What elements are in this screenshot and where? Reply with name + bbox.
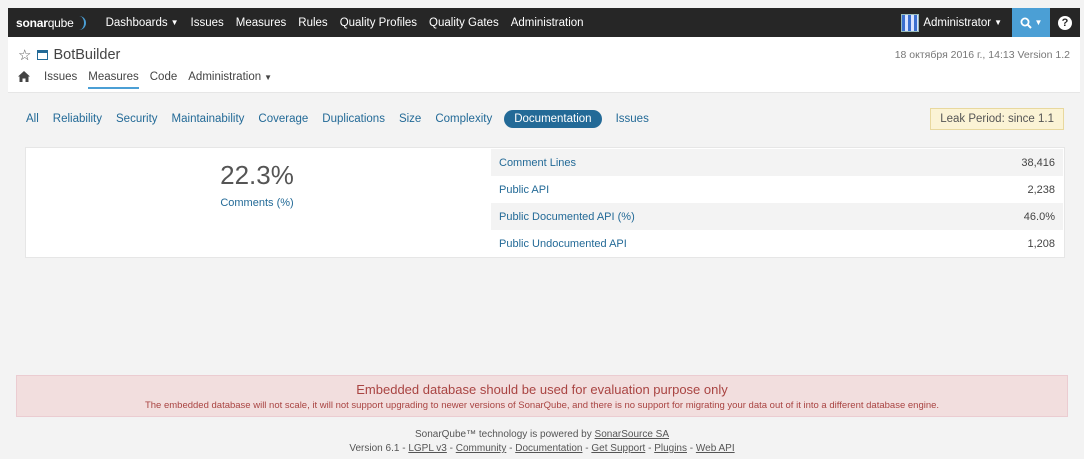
help-button[interactable]: ? (1050, 8, 1080, 37)
footer-link-sonarsource[interactable]: SonarSource SA (595, 429, 670, 440)
footer-separator: - (645, 443, 655, 454)
measures-table: Comment Lines 38,416 Public API 2,238 Pu… (491, 149, 1063, 257)
footer-separator: - (399, 443, 409, 454)
tab-documentation[interactable]: Documentation (504, 110, 602, 128)
table-row: Comment Lines 38,416 (491, 149, 1063, 176)
tab-reliability[interactable]: Reliability (53, 110, 102, 128)
warning-title: Embedded database should be used for eva… (356, 382, 728, 397)
footer-link-get-support[interactable]: Get Support (591, 443, 645, 454)
nav-administration[interactable]: Administration (505, 8, 590, 37)
nav-rules[interactable]: Rules (292, 8, 333, 37)
footer-version: Version 6.1 (349, 443, 400, 454)
page-footer: SonarQube™ technology is powered by Sona… (0, 428, 1084, 456)
measures-panel: 22.3% Comments (%) Comment Lines 38,416 … (25, 147, 1065, 258)
project-icon (37, 50, 49, 60)
caret-down-icon: ▼ (994, 18, 1002, 27)
measure-value: 1,208 (1027, 237, 1055, 250)
table-row: Public Undocumented API 1,208 (491, 230, 1063, 257)
footer-links: Version 6.1 - LGPL v3 - Community - Docu… (0, 442, 1084, 456)
measure-label-comment-lines[interactable]: Comment Lines (499, 157, 576, 169)
caret-down-icon: ▼ (264, 73, 273, 82)
footer-link-plugins[interactable]: Plugins (654, 443, 687, 454)
project-nav-administration-label: Administration (188, 71, 262, 83)
project-nav: Issues Measures Code Administration ▼ (18, 71, 283, 89)
tab-size[interactable]: Size (399, 110, 421, 128)
measure-value: 38,416 (1021, 156, 1055, 169)
user-name: Administrator (923, 16, 992, 29)
measure-value: 46.0% (1023, 210, 1055, 223)
tab-issues[interactable]: Issues (616, 110, 649, 128)
project-nav-code[interactable]: Code (150, 71, 178, 87)
embedded-db-warning: Embedded database should be used for eva… (16, 375, 1068, 417)
footer-powered-text: SonarQube™ technology is powered by (414, 429, 595, 440)
sonarqube-logo[interactable]: sonar qube (8, 15, 100, 30)
project-nav-administration[interactable]: Administration ▼ (188, 71, 272, 87)
footer-separator: - (687, 443, 696, 454)
user-menu[interactable]: Administrator ▼ (901, 13, 1012, 32)
footer-separator: - (446, 443, 456, 454)
project-nav-issues[interactable]: Issues (44, 71, 77, 87)
tab-security[interactable]: Security (116, 110, 158, 128)
logo-text-bold: sonar (16, 15, 48, 30)
project-meta: 18 октября 2016 г., 14:13 Version 1.2 (894, 49, 1070, 61)
favorite-star-icon[interactable]: ☆ (18, 46, 31, 64)
footer-link-web-api[interactable]: Web API (696, 443, 735, 454)
measure-label-public-api[interactable]: Public API (499, 184, 549, 196)
navbar-right: Administrator ▼ ▼ ? (901, 8, 1080, 37)
footer-powered: SonarQube™ technology is powered by Sona… (0, 428, 1084, 442)
footer-link-documentation[interactable]: Documentation (515, 443, 582, 454)
measure-value: 2,238 (1027, 183, 1055, 196)
project-name: BotBuilder (53, 47, 121, 63)
caret-down-icon: ▼ (170, 18, 179, 27)
logo-text-light: qube (47, 15, 74, 30)
footer-link-license[interactable]: LGPL v3 (408, 443, 447, 454)
nav-measures[interactable]: Measures (230, 8, 293, 37)
caret-down-icon: ▼ (1034, 18, 1043, 27)
domain-tabs: All Reliability Security Maintainability… (26, 108, 1064, 130)
search-icon (1020, 17, 1032, 29)
leak-period-badge: Leak Period: since 1.1 (930, 108, 1064, 130)
top-navbar: sonar qube Dashboards ▼ Issues Measures Ru… (8, 8, 1080, 37)
avatar (901, 13, 920, 32)
help-icon: ? (1058, 15, 1072, 30)
main-measure-label[interactable]: Comments (%) (26, 197, 488, 209)
search-button[interactable]: ▼ (1012, 8, 1050, 37)
tab-coverage[interactable]: Coverage (258, 110, 308, 128)
nav-issues[interactable]: Issues (185, 8, 230, 37)
project-header: ☆ BotBuilder 18 октября 2016 г., 14:13 V… (8, 37, 1080, 93)
footer-link-community[interactable]: Community (456, 443, 507, 454)
tab-complexity[interactable]: Complexity (435, 110, 492, 128)
tab-duplications[interactable]: Duplications (322, 110, 385, 128)
project-nav-measures[interactable]: Measures (88, 71, 139, 89)
nav-dashboards[interactable]: Dashboards ▼ (100, 8, 185, 37)
warning-text: The embedded database will not scale, it… (144, 400, 940, 411)
table-row: Public Documented API (%) 46.0% (491, 203, 1063, 230)
project-title: ☆ BotBuilder (18, 46, 120, 64)
main-measure-value[interactable]: 22.3% (26, 160, 488, 191)
tab-all[interactable]: All (26, 110, 39, 128)
measure-label-public-documented-api[interactable]: Public Documented API (%) (499, 211, 635, 223)
measure-label-public-undocumented-api[interactable]: Public Undocumented API (499, 238, 627, 250)
nav-quality-gates[interactable]: Quality Gates (423, 8, 505, 37)
nav-dashboards-label: Dashboards (105, 16, 168, 29)
footer-separator: - (506, 443, 516, 454)
nav-quality-profiles[interactable]: Quality Profiles (334, 8, 423, 37)
table-row: Public API 2,238 (491, 176, 1063, 203)
logo-waves-icon (76, 15, 86, 30)
home-icon[interactable] (18, 71, 30, 85)
main-measure: 22.3% Comments (%) (26, 148, 488, 257)
tab-maintainability[interactable]: Maintainability (172, 110, 245, 128)
